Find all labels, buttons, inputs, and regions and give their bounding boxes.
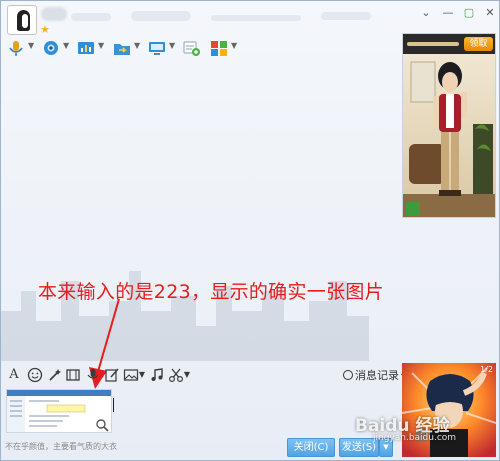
chevron-down-icon[interactable]: ▼ bbox=[134, 41, 140, 50]
chevron-down-icon[interactable]: ▼ bbox=[138, 367, 146, 383]
chevron-down-icon[interactable]: ▼ bbox=[63, 41, 69, 50]
chevron-down-icon[interactable]: ▼ bbox=[98, 41, 104, 50]
baidu-watermark-url: jingyan.baidu.com bbox=[373, 433, 457, 443]
emoji-icon[interactable] bbox=[27, 367, 43, 383]
avatar-show-panel[interactable] bbox=[402, 33, 496, 218]
text-caret bbox=[113, 398, 114, 412]
settings-chevron-icon[interactable]: ⌄ bbox=[419, 7, 433, 19]
chevron-down-icon[interactable]: ▼ bbox=[231, 41, 237, 50]
header-decoration bbox=[71, 11, 371, 21]
image-icon[interactable] bbox=[123, 367, 139, 383]
chevron-down-icon[interactable]: ▼ bbox=[28, 41, 34, 50]
avatar-show-image bbox=[403, 34, 495, 217]
input-hint-text: 不在乎颜值，主要看气质的大衣 bbox=[5, 442, 117, 451]
scissors-icon[interactable] bbox=[168, 367, 184, 383]
edit-icon[interactable] bbox=[104, 367, 120, 383]
chevron-down-icon[interactable]: ▼ bbox=[183, 367, 191, 383]
minimize-button[interactable]: — bbox=[441, 7, 455, 19]
claim-button[interactable]: 领取 bbox=[464, 37, 493, 51]
close-window-button[interactable]: ✕ bbox=[483, 7, 497, 19]
music-icon[interactable] bbox=[149, 367, 165, 383]
star-icon: ★ bbox=[40, 23, 50, 36]
pasted-image-thumbnail[interactable] bbox=[6, 389, 112, 433]
chart-icon bbox=[78, 42, 94, 54]
camera-icon bbox=[44, 41, 58, 55]
grid-icon bbox=[211, 41, 227, 56]
microphone-icon bbox=[9, 41, 23, 56]
screenshot-thumbnail-image bbox=[7, 390, 111, 432]
page-indicator: 1/2 bbox=[480, 365, 493, 374]
contact-avatar[interactable] bbox=[7, 5, 37, 35]
font-button[interactable]: A bbox=[7, 367, 21, 383]
message-history-button[interactable]: 消息记录▼ bbox=[343, 367, 407, 383]
add-user-icon bbox=[183, 41, 200, 56]
format-toolbar: A ▼ ▼ bbox=[1, 363, 399, 387]
chat-history-area[interactable] bbox=[1, 61, 399, 361]
voice-icon[interactable] bbox=[85, 367, 101, 383]
chat-window: ★ ⌄ — ▢ ✕ ▼ ▼ ▼ ▼ ▼ ▼ 本来输入的是223，显示的确实一张图… bbox=[0, 0, 500, 461]
clock-icon bbox=[343, 370, 353, 380]
video-clip-icon[interactable] bbox=[65, 367, 81, 383]
magic-icon[interactable] bbox=[47, 367, 63, 383]
maximize-button[interactable]: ▢ bbox=[462, 7, 476, 19]
message-history-label: 消息记录 bbox=[355, 369, 399, 382]
close-button[interactable]: 关闭(C) bbox=[287, 438, 335, 457]
folder-icon bbox=[114, 44, 130, 55]
monitor-icon bbox=[149, 42, 165, 55]
chevron-down-icon[interactable]: ▼ bbox=[169, 41, 175, 50]
